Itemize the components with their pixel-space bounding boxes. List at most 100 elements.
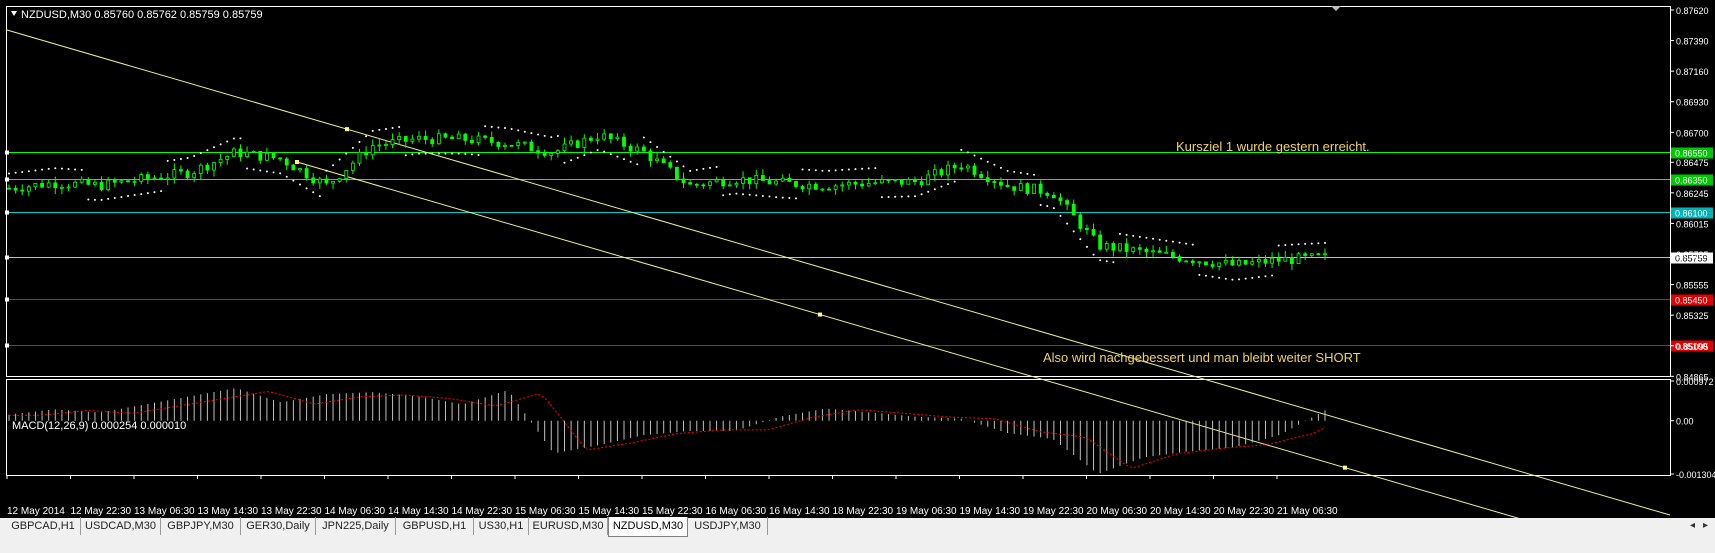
tabs-scroll-right-icon[interactable]: ▸ xyxy=(1703,520,1708,531)
sar-dot xyxy=(570,159,573,162)
trendline-anchor-handle[interactable] xyxy=(345,127,349,132)
tab-eurusd-m30[interactable]: EURUSD,M30 xyxy=(529,517,608,535)
candle-body xyxy=(754,175,759,185)
tab-us30-h1[interactable]: US30,H1 xyxy=(474,517,529,535)
sar-dot xyxy=(642,136,645,139)
candle-body xyxy=(582,137,587,148)
candle-body xyxy=(694,183,699,186)
sar-dot xyxy=(1145,236,1148,239)
candle-body xyxy=(251,150,256,153)
sar-dot xyxy=(67,168,70,171)
candle-body xyxy=(734,182,739,186)
candle-body xyxy=(1270,257,1274,264)
candle-body xyxy=(622,136,626,147)
candle-body xyxy=(853,181,858,185)
macd-panel-frame xyxy=(6,379,1671,476)
candle-body xyxy=(1250,261,1255,265)
sar-dot xyxy=(279,172,282,175)
level-price-label: 0.86550 xyxy=(1675,149,1708,159)
channel-upper-line[interactable] xyxy=(6,29,1671,516)
sar-dot xyxy=(867,167,870,170)
candle-body xyxy=(714,179,719,183)
sar-dot xyxy=(318,195,321,198)
sar-dot xyxy=(801,168,804,171)
annotation-short[interactable]: Also wird nachgebessert und man bleibt w… xyxy=(1043,350,1361,365)
sar-dot xyxy=(451,152,454,155)
tab-ger30-daily[interactable]: GER30,Daily xyxy=(241,517,316,535)
chart-canvas[interactable]: 0.865500.863500.861000.857590.854500.851… xyxy=(0,0,1715,518)
time-axis-label: 13 May 14:30 xyxy=(198,506,259,517)
sar-dot xyxy=(1112,261,1115,264)
candle-body xyxy=(192,173,197,179)
sar-dot xyxy=(894,195,897,198)
candle-body xyxy=(1012,186,1017,191)
tab-usdjpy-m30[interactable]: USDJPY,M30 xyxy=(688,517,768,535)
tabs-scroll-left-icon[interactable]: ◂ xyxy=(1690,520,1695,531)
sar-dot xyxy=(378,128,381,131)
tab-jpn225-daily[interactable]: JPN225,Daily xyxy=(316,517,396,535)
sar-dot xyxy=(424,152,427,155)
trendline-anchor-handle[interactable] xyxy=(818,312,822,317)
trendline-anchor-handle[interactable] xyxy=(1343,465,1347,470)
candle-body xyxy=(1051,195,1056,199)
candle-body xyxy=(602,133,607,140)
shift-marker-icon[interactable] xyxy=(1331,6,1341,11)
sar-dot xyxy=(80,168,83,171)
candle-body xyxy=(1170,251,1175,258)
candle-body xyxy=(119,180,124,183)
sar-dot xyxy=(503,127,506,130)
chart-window[interactable]: 0.86550 0.86350 0.86100 0.85759 0.85450 0.851… xyxy=(0,0,1715,518)
sar-dot xyxy=(1191,243,1194,246)
candle-body xyxy=(132,180,137,183)
sar-dot xyxy=(702,167,705,170)
sar-dot xyxy=(41,168,44,171)
candle-body xyxy=(794,181,798,187)
sar-dot xyxy=(153,191,156,194)
level-anchor-handle[interactable] xyxy=(5,150,9,155)
sar-dot xyxy=(431,152,434,155)
candle-body xyxy=(1263,258,1268,264)
sar-dot xyxy=(371,129,374,132)
level-anchor-handle[interactable] xyxy=(5,210,9,215)
time-axis-label: 12 May 22:30 xyxy=(71,506,132,517)
channel-lower-line[interactable] xyxy=(296,161,1670,518)
tab-gbpcad-h1[interactable]: GBPCAD,H1 xyxy=(6,517,81,535)
level-anchor-handle[interactable] xyxy=(5,297,9,302)
candle-body xyxy=(476,135,481,144)
candle-body xyxy=(357,151,362,164)
annotation-target-reached[interactable]: Kursziel 1 wurde gestern erreicht. xyxy=(1176,139,1370,154)
sar-dot xyxy=(1039,204,1042,207)
tab-gbpjpy-m30[interactable]: GBPJPY,M30 xyxy=(161,517,241,535)
level-anchor-handle[interactable] xyxy=(5,343,9,348)
sar-dot xyxy=(814,169,817,172)
sar-dot xyxy=(629,160,632,163)
sar-dot xyxy=(623,158,626,161)
sar-dot xyxy=(761,194,764,197)
candle-body xyxy=(463,133,468,141)
time-axis-label: 14 May 22:30 xyxy=(452,506,513,517)
candle-body xyxy=(423,135,428,140)
sar-dot xyxy=(391,126,394,129)
candle-body xyxy=(1177,256,1182,262)
trendline-anchor-handle[interactable] xyxy=(295,160,299,164)
menu-triangle-icon[interactable] xyxy=(11,11,17,16)
candle-body xyxy=(1098,234,1103,250)
macd-scale-label: -0.001304 xyxy=(1676,470,1715,480)
sar-dot xyxy=(794,197,797,200)
sar-dot xyxy=(490,125,493,128)
sar-dot xyxy=(1046,204,1049,207)
tab-usdcad-m30[interactable]: USDCAD,M30 xyxy=(81,517,161,535)
candle-body xyxy=(165,177,170,180)
candle-body xyxy=(1032,183,1036,194)
tab-nzdusd-m30[interactable]: NZDUSD,M30 xyxy=(608,517,688,537)
candle-body xyxy=(370,145,375,156)
level-anchor-handle[interactable] xyxy=(5,177,9,182)
candle-body xyxy=(1256,258,1261,263)
sar-dot xyxy=(232,137,235,140)
sar-dot xyxy=(1211,275,1214,278)
level-anchor-handle[interactable] xyxy=(5,255,9,260)
price-scale-label: 0.86700 xyxy=(1676,128,1709,138)
tab-gbpusd-h1[interactable]: GBPUSD,H1 xyxy=(396,517,474,535)
candle-body xyxy=(813,183,818,190)
sar-dot xyxy=(742,193,745,196)
